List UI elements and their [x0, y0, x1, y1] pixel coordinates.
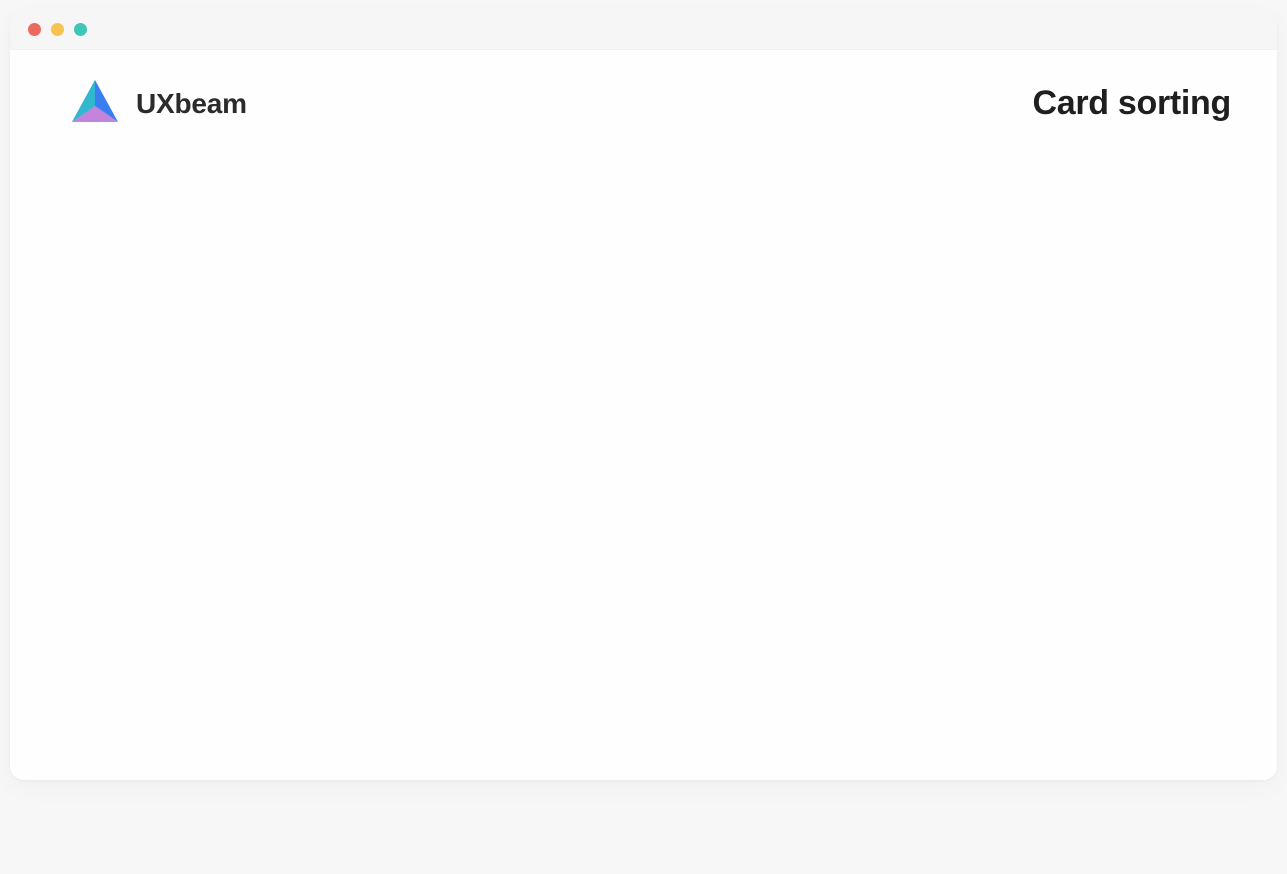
app-window: UXbeam Card sorting: [10, 10, 1277, 780]
window-close-button[interactable]: [28, 23, 41, 36]
brand-name: UXbeam: [136, 88, 247, 120]
window-minimize-button[interactable]: [51, 23, 64, 36]
header-row: UXbeam Card sorting: [66, 76, 1231, 131]
window-maximize-button[interactable]: [74, 23, 87, 36]
titlebar: [10, 10, 1277, 50]
brand: UXbeam: [66, 76, 247, 131]
page-title: Card sorting: [1032, 84, 1231, 123]
brand-logo-icon: [66, 76, 124, 131]
content-area: UXbeam Card sorting: [10, 50, 1277, 780]
